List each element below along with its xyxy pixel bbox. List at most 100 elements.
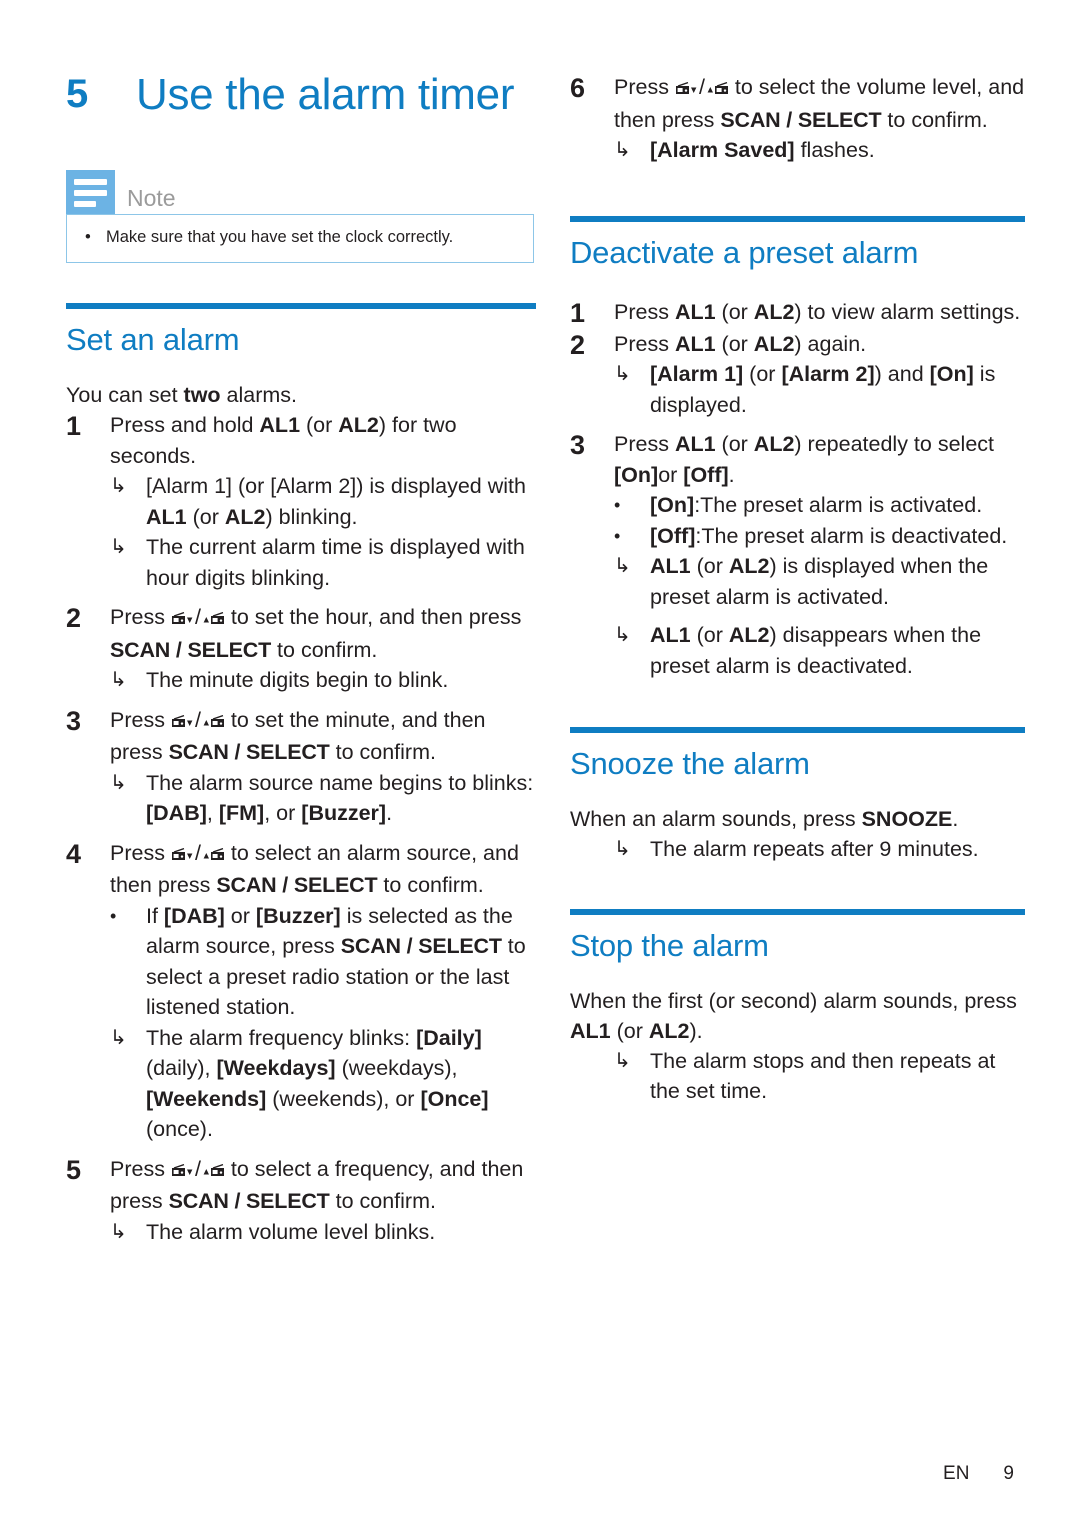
section-sub-text: The alarm repeats after 9 minutes.: [650, 837, 979, 861]
section-title: Set an alarm: [66, 322, 240, 357]
step-sub-text: [Alarm Saved] flashes.: [650, 138, 875, 162]
step-item: 4 Press / to select an alarm source, and…: [66, 838, 536, 1145]
step-number: 1: [66, 411, 82, 441]
step-sub-text: The current alarm time is displayed with…: [146, 535, 525, 590]
arrow-bullet-icon: ↳: [110, 536, 127, 558]
step-sub-result: ↳ The alarm frequency blinks: [Daily] (d…: [110, 1023, 536, 1145]
section-rule: [570, 908, 1025, 915]
section-title: Deactivate a preset alarm: [570, 234, 919, 270]
manual-page: 5 Use the alarm timer Note • Make sure t…: [0, 0, 1080, 1527]
step-sub-result: ↳ AL1 (or AL2) disappears when the prese…: [614, 620, 1025, 681]
step-number: 2: [66, 603, 82, 633]
section-set-an-alarm: Set an alarm You can set two alarms. 1 P…: [66, 303, 536, 1247]
steps-list-continued: 6 Press / to select the volume level, an…: [570, 72, 1025, 166]
step-sub-text: [Alarm 1] (or [Alarm 2]) is displayed wi…: [146, 474, 526, 529]
step-sub-text: The minute digits begin to blink.: [146, 668, 449, 692]
button-label-al1: AL1: [259, 413, 301, 437]
step-sub-result: ↳ [Alarm 1] (or [Alarm 2]) and [On] is d…: [614, 359, 1025, 420]
step-body: Press and hold AL1 (or AL2) for two seco…: [110, 410, 536, 593]
radio-up-icon-pair: [707, 74, 729, 105]
bullet-dot-icon: •: [614, 495, 621, 515]
note-label: Note: [127, 185, 176, 211]
step-sub-text: The alarm volume level blinks.: [146, 1219, 436, 1244]
left-column: 5 Use the alarm timer Note • Make sure t…: [66, 0, 536, 1247]
step-sub-text: The alarm source name begins to blinks: …: [146, 770, 534, 826]
step-number: 5: [66, 1154, 82, 1185]
chapter-number: 5: [66, 72, 88, 116]
section-body: When the first (or second) alarm sounds,…: [570, 986, 1025, 1106]
step-body: Press /: [110, 838, 536, 1145]
arrow-bullet-icon: ↳: [110, 771, 127, 794]
section-rule: [570, 215, 1025, 222]
arrow-bullet-icon: ↳: [110, 1026, 127, 1049]
step-number: 1: [570, 297, 586, 328]
arrow-bullet-icon: ↳: [614, 624, 631, 646]
step-body: Press /: [110, 705, 536, 829]
footer-language: EN: [943, 1463, 970, 1484]
radio-down-up-icon-pair: [171, 840, 193, 871]
section-rule: [570, 727, 1025, 733]
radio-down-up-icon-pair: [675, 74, 697, 105]
radio-down-up-icon-pair: [171, 604, 193, 635]
note-bullet-text: Make sure that you have set the clock co…: [106, 228, 454, 246]
step-sub-text: The alarm frequency blinks: [Daily] (dai…: [146, 1025, 489, 1142]
step-item: 1 Press AL1 (or AL2) to view alarm setti…: [570, 297, 1025, 329]
intro-post: alarms.: [220, 383, 298, 407]
button-label-scan-select: SCAN / SELECT: [110, 637, 272, 662]
intro-emphasis: two: [183, 383, 221, 407]
section-snooze-the-alarm: Snooze the alarm When an alarm sounds, p…: [570, 727, 1025, 865]
step-item: 3 Press / to set the minute, and then pr…: [66, 705, 536, 829]
right-column: 6 Press / to select the volume level, an…: [570, 0, 1025, 1106]
step-sub-text: If [DAB] or [Buzzer] is selected as the …: [146, 903, 526, 1020]
step-item: 5 Press / to select a frequency, and the…: [66, 1154, 536, 1248]
bullet-dot-icon: •: [614, 525, 621, 546]
section-sub-result: ↳ The alarm repeats after 9 minutes.: [614, 834, 1025, 865]
step-sub-result: ↳ [Alarm Saved] flashes.: [614, 135, 1025, 166]
arrow-bullet-icon: ↳: [110, 1220, 127, 1243]
step-item: 1 Press and hold AL1 (or AL2) for two se…: [66, 410, 536, 593]
button-label-scan-select: SCAN / SELECT: [216, 873, 378, 897]
step-sub-text: [Off]:The preset alarm is deactivated.: [650, 523, 1008, 548]
section-sub-result: ↳ The alarm stops and then repeats at th…: [614, 1046, 1025, 1106]
step-sub-result: ↳ The minute digits begin to blink.: [110, 665, 536, 696]
steps-list-deactivate: 1 Press AL1 (or AL2) to view alarm setti…: [570, 297, 1025, 682]
step-item: 6 Press / to select the volume level, an…: [570, 72, 1025, 166]
arrow-bullet-icon: ↳: [614, 555, 631, 577]
note-callout: Note • Make sure that you have set the c…: [66, 170, 534, 263]
section-intro: You can set two alarms.: [66, 380, 536, 410]
step-sub-note: • If [DAB] or [Buzzer] is selected as th…: [110, 901, 536, 1023]
note-header: Note: [66, 170, 534, 214]
step-body: Press AL1 (or AL2) to view alarm setting…: [614, 299, 1021, 324]
chapter-heading: 5 Use the alarm timer: [66, 68, 536, 121]
step-sub-text: [Alarm 1] (or [Alarm 2]) and [On] is dis…: [650, 362, 996, 417]
bullet-dot-icon: •: [110, 905, 117, 926]
radio-up-icon-pair: [203, 840, 225, 871]
bullet-dot-icon: •: [85, 228, 91, 246]
arrow-bullet-icon: ↳: [614, 363, 631, 385]
intro-pre: You can set: [66, 383, 184, 407]
step-sub-result: ↳ AL1 (or AL2) is displayed when the pre…: [614, 551, 1025, 612]
radio-down-up-icon-pair: [171, 1156, 193, 1187]
step-body: Press /: [614, 72, 1025, 166]
button-label-scan-select: SCAN / SELECT: [168, 1189, 330, 1213]
steps-list-set-alarm: 1 Press and hold AL1 (or AL2) for two se…: [66, 410, 536, 1247]
step-number: 3: [66, 705, 82, 736]
note-body: • Make sure that you have set the clock …: [66, 214, 534, 263]
section-rule: [66, 303, 536, 309]
step-item: 3 Press AL1 (or AL2) repeatedly to selec…: [570, 429, 1025, 681]
step-body: Press /: [110, 602, 536, 696]
step-body: Press AL1 (or AL2) again. ↳ [Alarm 1] (o…: [614, 329, 1025, 421]
page-footer: EN 9: [943, 1463, 1014, 1485]
radio-up-icon-pair: [203, 1156, 225, 1187]
arrow-bullet-icon: ↳: [110, 669, 127, 691]
section-stop-the-alarm: Stop the alarm When the first (or second…: [570, 908, 1025, 1106]
step-sub-text: [On]:The preset alarm is activated.: [650, 493, 983, 517]
section-body: When an alarm sounds, press SNOOZE. ↳ Th…: [570, 804, 1025, 865]
chapter-title: Use the alarm timer: [136, 70, 515, 119]
step-sub-result: ↳ The alarm volume level blinks.: [110, 1217, 536, 1248]
step-sub-note: • [Off]:The preset alarm is deactivated.: [614, 521, 1025, 552]
step-number: 3: [570, 430, 586, 460]
arrow-bullet-icon: ↳: [110, 475, 127, 497]
step-sub-text: AL1 (or AL2) disappears when the preset …: [650, 623, 982, 678]
radio-down-up-icon-pair: [171, 707, 193, 738]
